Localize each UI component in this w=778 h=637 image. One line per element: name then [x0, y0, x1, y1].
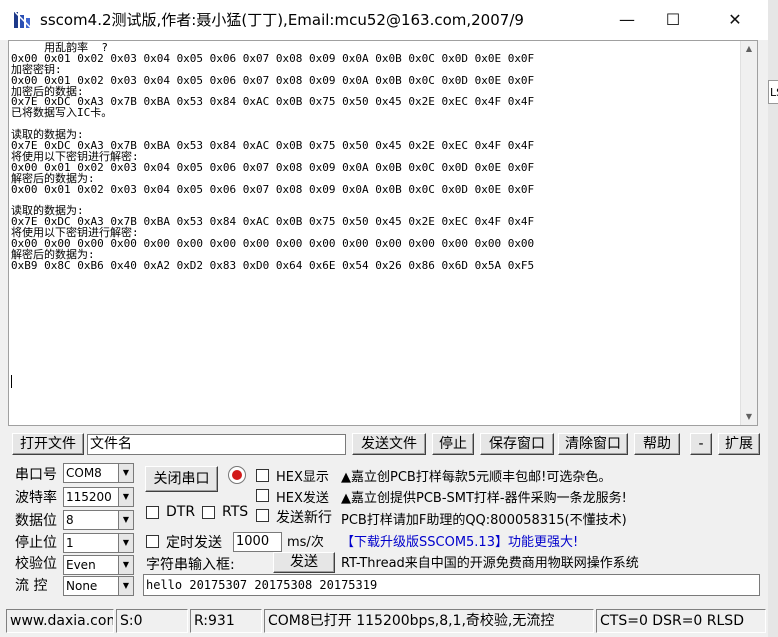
- timed-send-label: 定时发送: [166, 535, 222, 551]
- terminal-line: 0x7E 0xDC 0xA3 0x7B 0xBA 0x53 0x84 0xAC …: [11, 95, 535, 109]
- input-label: 字符串输入框:: [146, 557, 235, 573]
- window-title: sscom4.2测试版,作者:聂小猛(丁丁),Email:mcu52@163.c…: [40, 11, 524, 29]
- ad-link-download[interactable]: 【下载升级版SSCOM5.13】功能更强大!: [341, 531, 578, 550]
- databits-select[interactable]: 8 ▼: [63, 510, 134, 530]
- ad-line[interactable]: ▲嘉立创PCB打样每款5元顺丰包邮!可选杂色。: [341, 466, 611, 485]
- status-received-count: R:931: [190, 609, 262, 633]
- parity-label: 校验位: [15, 556, 57, 572]
- hex-display-checkbox[interactable]: [256, 469, 269, 482]
- background-window-edge: LS: [768, 0, 778, 637]
- close-icon[interactable]: ✕: [712, 0, 758, 40]
- flow-select[interactable]: None ▼: [63, 576, 134, 596]
- scroll-up-icon[interactable]: ▲: [741, 41, 757, 57]
- send-file-button[interactable]: 发送文件: [352, 433, 426, 455]
- status-website[interactable]: www.daxia.com: [6, 609, 114, 633]
- dtr-checkbox[interactable]: [146, 506, 159, 519]
- baud-select[interactable]: 115200 ▼: [63, 487, 134, 507]
- timed-send-checkbox[interactable]: [146, 535, 159, 548]
- vertical-scrollbar[interactable]: ▲ ▼: [740, 41, 757, 425]
- flow-label: 流 控: [15, 578, 48, 594]
- chevron-down-icon[interactable]: ▼: [118, 555, 134, 575]
- terminal-line: 0xB9 0x8C 0xB6 0x40 0xA2 0xD2 0x83 0xD0 …: [11, 258, 535, 272]
- parity-select[interactable]: Even ▼: [63, 555, 134, 575]
- terminal-line: 已将数据写入IC卡。: [11, 106, 113, 120]
- title-bar[interactable]: sscom4.2测试版,作者:聂小猛(丁丁),Email:mcu52@163.c…: [0, 0, 768, 40]
- background-fragment: LS: [768, 80, 778, 104]
- chevron-down-icon[interactable]: ▼: [118, 533, 134, 553]
- chevron-down-icon[interactable]: ▼: [118, 510, 134, 530]
- terminal-line: 0x00 0x01 0x02 0x03 0x04 0x05 0x06 0x07 …: [11, 51, 535, 65]
- collapse-button[interactable]: -: [690, 433, 712, 455]
- rts-label: RTS: [222, 504, 249, 520]
- hex-display-label: HEX显示: [276, 470, 329, 485]
- stopbits-select[interactable]: 1 ▼: [63, 533, 134, 553]
- send-newline-label: 发送新行: [276, 510, 332, 526]
- status-signals: CTS=0 DSR=0 RLSD: [596, 609, 766, 633]
- terminal-line: 0x00 0x01 0x02 0x03 0x04 0x05 0x06 0x07 …: [11, 182, 535, 196]
- hex-send-label: HEX发送: [276, 491, 329, 506]
- status-sent-count: S:0: [116, 609, 188, 633]
- stopbits-label: 停止位: [15, 535, 57, 551]
- terminal-line: 0x00 0x01 0x02 0x03 0x04 0x05 0x06 0x07 …: [11, 73, 535, 87]
- record-icon: [228, 466, 246, 484]
- save-window-button[interactable]: 保存窗口: [480, 433, 554, 455]
- baud-label: 波特率: [15, 490, 57, 506]
- send-newline-checkbox[interactable]: [256, 509, 269, 522]
- expand-button[interactable]: 扩展: [718, 433, 760, 455]
- interval-input[interactable]: 1000: [233, 532, 282, 552]
- databits-label: 数据位: [15, 513, 57, 529]
- status-bar: www.daxia.com S:0 R:931 COM8已打开 115200bp…: [0, 606, 768, 637]
- minimize-icon[interactable]: —: [604, 0, 650, 40]
- file-name-input[interactable]: 文件名: [87, 434, 346, 455]
- scroll-down-icon[interactable]: ▼: [741, 409, 757, 425]
- rts-checkbox[interactable]: [202, 506, 215, 519]
- app-icon: [14, 11, 32, 29]
- terminal-output: 用乱韵率 ? 0x00 0x01 0x02 0x03 0x04 0x05 0x06…: [11, 42, 741, 272]
- send-text-input[interactable]: hello 20175307 20175308 20175319: [143, 574, 760, 596]
- clear-window-button[interactable]: 清除窗口: [558, 433, 628, 455]
- receive-text-area[interactable]: 用乱韵率 ? 0x00 0x01 0x02 0x03 0x04 0x05 0x06…: [8, 40, 758, 426]
- dtr-label: DTR: [166, 504, 196, 520]
- status-port-info: COM8已打开 115200bps,8,1,奇校验,无流控: [264, 609, 594, 633]
- send-button[interactable]: 发送: [273, 552, 335, 573]
- hex-send-checkbox[interactable]: [256, 489, 269, 502]
- terminal-line: 0x00 0x01 0x02 0x03 0x04 0x05 0x06 0x07 …: [11, 160, 535, 174]
- help-button[interactable]: 帮助: [634, 433, 680, 455]
- open-file-button[interactable]: 打开文件: [12, 433, 84, 455]
- chevron-down-icon[interactable]: ▼: [118, 487, 134, 507]
- interval-unit: ms/次: [287, 535, 324, 550]
- terminal-line: 0x00 0x00 0x00 0x00 0x00 0x00 0x00 0x00 …: [11, 237, 535, 251]
- port-select[interactable]: COM8 ▼: [63, 463, 134, 483]
- chevron-down-icon[interactable]: ▼: [118, 463, 134, 483]
- ad-line[interactable]: PCB打样请加F助理的QQ:800058315(不懂技术): [341, 509, 627, 528]
- text-cursor: [11, 375, 12, 388]
- sscom-window: sscom4.2测试版,作者:聂小猛(丁丁),Email:mcu52@163.c…: [0, 0, 769, 637]
- ad-line[interactable]: ▲嘉立创提供PCB-SMT打样-器件采购一条龙服务!: [341, 487, 627, 506]
- close-port-button[interactable]: 关闭串口: [145, 466, 218, 492]
- ad-line[interactable]: RT-Thread来自中国的开源免费商用物联网操作系统: [341, 552, 639, 571]
- maximize-icon[interactable]: ☐: [650, 0, 696, 40]
- chevron-down-icon[interactable]: ▼: [118, 576, 134, 596]
- port-label: 串口号: [15, 467, 57, 483]
- stop-button[interactable]: 停止: [432, 433, 474, 455]
